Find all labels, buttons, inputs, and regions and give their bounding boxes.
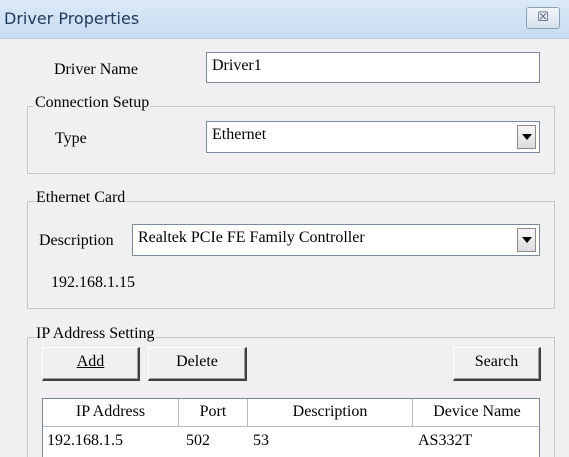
cell-ip-address: 192.168.1.5 <box>47 432 123 449</box>
connection-setup-legend: Connection Setup <box>34 94 151 112</box>
type-label: Type <box>55 130 87 147</box>
cell-description: 53 <box>253 432 269 449</box>
ip-address-setting-legend: IP Address Setting <box>35 325 156 343</box>
type-selected-value: Ethernet <box>212 126 267 143</box>
ethernet-card-dropdown-button[interactable] <box>517 228 536 252</box>
type-select[interactable]: Ethernet <box>206 121 540 153</box>
cell-port: 502 <box>186 432 210 449</box>
driver-name-label: Driver Name <box>54 61 138 78</box>
column-header-port[interactable]: Port <box>179 399 248 427</box>
window-title: Driver Properties <box>4 9 140 28</box>
delete-button[interactable]: Delete <box>148 347 247 381</box>
driver-name-input[interactable]: Driver1 <box>206 52 540 83</box>
ethernet-card-selected-value: Realtek PCIe FE Family Controller <box>138 229 365 246</box>
chevron-down-icon <box>522 134 532 140</box>
ethernet-card-legend: Ethernet Card <box>35 189 127 207</box>
add-button[interactable]: Add <box>42 347 140 381</box>
chevron-down-icon <box>522 237 532 243</box>
type-dropdown-button[interactable] <box>517 125 536 149</box>
column-header-ip-address[interactable]: IP Address <box>43 399 179 427</box>
add-button-label: Add <box>76 353 105 370</box>
column-header-device-name[interactable]: Device Name <box>413 399 539 427</box>
close-button[interactable]: ☒ <box>526 7 560 29</box>
close-icon: ☒ <box>537 10 549 25</box>
column-header-description[interactable]: Description <box>248 399 413 427</box>
search-button-label: Search <box>474 353 519 370</box>
ip-address-table[interactable]: IP Address Port Description Device Name … <box>42 398 540 457</box>
title-bar: Driver Properties ☒ <box>0 0 569 39</box>
search-button[interactable]: Search <box>453 347 541 381</box>
driver-name-value: Driver1 <box>212 57 262 74</box>
driver-properties-window: Driver Properties ☒ Driver Name Driver1 … <box>0 0 569 457</box>
cell-device-name: AS332T <box>418 432 473 449</box>
ethernet-card-select[interactable]: Realtek PCIe FE Family Controller <box>132 224 540 256</box>
ethernet-card-ip: 192.168.1.15 <box>51 274 135 291</box>
description-label: Description <box>39 232 114 249</box>
delete-button-label: Delete <box>176 353 218 370</box>
